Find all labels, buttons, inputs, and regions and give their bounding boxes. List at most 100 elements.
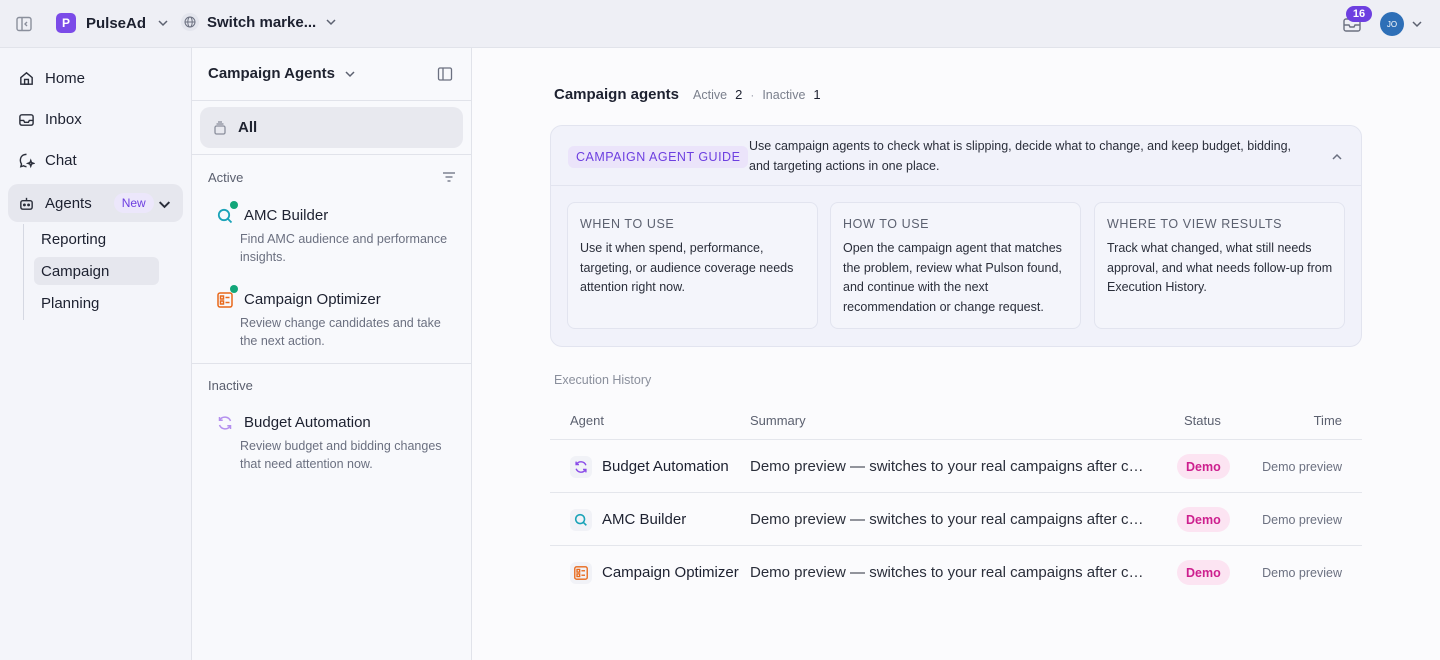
agent-description: Review budget and bidding changes that n… — [240, 439, 442, 471]
chevron-down-icon — [326, 19, 336, 26]
inbox-icon — [19, 113, 34, 126]
section-label-active: Active — [208, 170, 244, 185]
refresh-icon — [218, 416, 232, 430]
row-agent-name: Campaign Optimizer — [602, 564, 739, 581]
column-header-summary: Summary — [750, 413, 806, 428]
nav-item-chat[interactable]: Chat — [8, 141, 183, 179]
guide-card-where: WHERE TO VIEW RESULTS Track what changed… — [1094, 202, 1345, 329]
row-summary: Demo preview — switches to your real cam… — [750, 458, 1145, 475]
agent-panel-header: Campaign Agents — [192, 48, 471, 101]
status-badge: Demo — [1177, 507, 1230, 532]
chevron-down-icon — [345, 70, 355, 77]
guide-card-heading: HOW TO USE — [843, 217, 930, 231]
filter-icon[interactable] — [442, 171, 456, 183]
guide-card-how: HOW TO USE Open the campaign agent that … — [830, 202, 1081, 329]
top-bar: P PulseAd Switch marke... 16 JO — [0, 0, 1440, 48]
subnav-item-campaign[interactable]: Campaign — [34, 257, 159, 285]
divider — [192, 363, 471, 364]
column-header-status: Status — [1184, 413, 1221, 428]
guide-description: Use campaign agents to check what is sli… — [749, 139, 1292, 173]
page-header: Campaign agents Active 2 · Inactive 1 — [554, 86, 821, 103]
new-badge: New — [113, 193, 154, 213]
list-icon — [217, 292, 233, 308]
nav-item-agents[interactable]: Agents New — [8, 184, 183, 222]
section-label-inactive: Inactive — [208, 378, 253, 393]
nav-label: Agents — [45, 194, 92, 212]
column-header-time: Time — [1313, 413, 1342, 428]
subnav-item-reporting[interactable]: Reporting — [34, 225, 159, 253]
subnav-item-planning[interactable]: Planning — [34, 289, 159, 317]
avatar[interactable]: JO — [1380, 12, 1404, 36]
chevron-up-icon[interactable] — [1330, 150, 1344, 164]
home-icon — [20, 71, 33, 85]
nav-label: Home — [45, 69, 86, 87]
market-switcher[interactable]: Switch marke... — [181, 13, 338, 31]
agent-card-amc-builder[interactable]: AMC Builder Find AMC audience and perfor… — [208, 201, 458, 267]
guide-card-heading: WHEN TO USE — [580, 217, 675, 231]
chevron-down-icon[interactable] — [156, 196, 173, 213]
brand-name: PulseAd — [86, 14, 147, 32]
table-row[interactable]: Budget Automation Demo preview — switche… — [550, 439, 1362, 492]
status-badge: Demo — [1177, 454, 1230, 479]
agent-description: Review change candidates and take the ne… — [240, 316, 441, 348]
search-icon — [217, 208, 233, 224]
row-summary: Demo preview — switches to your real cam… — [750, 511, 1145, 528]
agent-name: Budget Automation — [244, 414, 371, 431]
execution-history-title: Execution History — [554, 373, 652, 387]
agent-category-dropdown[interactable]: Campaign Agents — [208, 65, 357, 82]
campaign-agent-guide: CAMPAIGN AGENT GUIDE Use campaign agents… — [550, 125, 1362, 347]
inactive-count-label: Inactive — [762, 88, 806, 102]
row-time: Demo preview — [1262, 460, 1342, 474]
sidebar-toggle-icon[interactable] — [15, 15, 33, 33]
workspace-switcher[interactable]: P PulseAd — [56, 13, 170, 33]
table-row[interactable]: AMC Builder Demo preview — switches to y… — [550, 492, 1362, 545]
stack-icon — [214, 120, 226, 135]
separator-dot: · — [750, 88, 755, 102]
search-icon — [570, 509, 592, 531]
table-row[interactable]: Campaign Optimizer Demo preview — switch… — [550, 545, 1362, 598]
agent-name: Campaign Optimizer — [244, 291, 381, 308]
agent-card-campaign-optimizer[interactable]: Campaign Optimizer Review change candida… — [208, 285, 458, 351]
guide-header[interactable]: CAMPAIGN AGENT GUIDE Use campaign agents… — [551, 126, 1361, 186]
guide-card-body: Track what changed, what still needs app… — [1107, 241, 1333, 295]
agent-description: Find AMC audience and performance insigh… — [240, 232, 448, 264]
globe-icon — [181, 13, 199, 31]
list-icon — [570, 562, 592, 584]
chevron-down-icon — [158, 20, 168, 27]
nav-item-home[interactable]: Home — [8, 59, 183, 97]
panel-layout-icon[interactable] — [437, 66, 453, 82]
chevron-down-icon[interactable] — [1410, 17, 1424, 31]
main-content: Campaign agents Active 2 · Inactive 1 CA… — [472, 48, 1440, 660]
guide-card-body: Use it when spend, performance, targetin… — [580, 241, 794, 295]
brand-logo: P — [56, 13, 76, 33]
active-count-label: Active — [693, 88, 728, 102]
row-summary: Demo preview — switches to your real cam… — [750, 564, 1145, 581]
left-sidebar: Home Inbox Chat Agents New Reporting Cam… — [0, 48, 192, 660]
subnav-divider — [23, 224, 24, 320]
robot-icon — [20, 197, 33, 210]
row-agent-name: Budget Automation — [602, 458, 729, 475]
nav-label: Inbox — [45, 110, 82, 128]
row-time: Demo preview — [1262, 566, 1342, 580]
agent-panel-title: Campaign Agents — [208, 65, 335, 82]
market-label: Switch marke... — [207, 13, 317, 31]
inactive-count: 1 — [813, 87, 821, 102]
agent-name: AMC Builder — [244, 207, 329, 224]
guide-card-when: WHEN TO USE Use it when spend, performan… — [567, 202, 818, 329]
divider — [192, 154, 471, 155]
status-badge: Demo — [1177, 560, 1230, 585]
active-status-dot — [230, 201, 238, 209]
guide-tag: CAMPAIGN AGENT GUIDE — [568, 146, 749, 168]
chat-sparkle-icon — [19, 153, 35, 168]
notification-count-badge: 16 — [1346, 6, 1372, 22]
active-status-dot — [230, 285, 238, 293]
nav-label: Chat — [45, 151, 77, 169]
agent-card-budget-automation[interactable]: Budget Automation Review budget and bidd… — [208, 414, 458, 474]
nav-item-inbox[interactable]: Inbox — [8, 100, 183, 138]
guide-card-body: Open the campaign agent that matches the… — [843, 241, 1062, 314]
refresh-icon — [570, 456, 592, 478]
row-time: Demo preview — [1262, 513, 1342, 527]
active-count: 2 — [735, 87, 743, 102]
agent-filter-all[interactable]: All — [200, 107, 463, 148]
page-title: Campaign agents — [554, 86, 680, 103]
